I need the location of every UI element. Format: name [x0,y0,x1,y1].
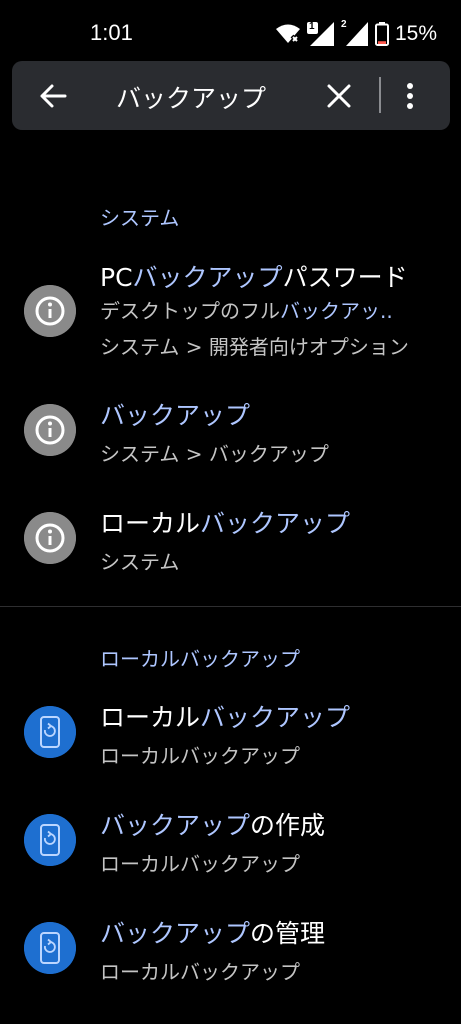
close-icon[interactable] [326,83,352,109]
result-item-local-backup-system[interactable]: ローカルバックアップ システム [0,500,461,580]
phone-restore-icon [24,922,76,974]
status-bar: 1:01 1 2 15% [0,0,461,62]
result-breadcrumb: ローカルバックアップ [100,960,300,984]
signal-sim2: 2 [340,19,369,46]
wifi-icon [275,24,300,44]
result-breadcrumb: ローカルバックアップ [100,852,300,876]
section-header-local-backup: ローカルバックアップ [100,647,300,671]
result-item-create-backup[interactable]: バックアップの作成 ローカルバックアップ [0,802,461,882]
more-vert-icon[interactable] [405,81,415,111]
sim1-label: 1 [308,21,315,32]
info-icon [24,404,76,456]
result-title: バックアップ [100,401,251,430]
result-breadcrumb: システム > 開発者向けオプション [100,335,409,359]
result-subtitle: デスクトップのフルバックアッ.. [100,299,393,323]
result-item-backup[interactable]: バックアップ システム > バックアップ [0,392,461,472]
status-time: 1:01 [90,20,133,45]
search-input[interactable]: バックアップ [116,79,266,115]
arrow-back-icon[interactable] [38,81,68,111]
result-item-manage-backup[interactable]: バックアップの管理 ローカルバックアップ [0,910,461,990]
result-item-local-backup[interactable]: ローカルバックアップ ローカルバックアップ [0,694,461,774]
search-divider [379,77,381,113]
sim2-label: 2 [340,19,347,30]
result-title: バックアップの作成 [100,811,326,840]
phone-restore-icon [24,814,76,866]
result-breadcrumb: システム [100,550,180,574]
result-title: PCバックアップパスワード [100,263,408,292]
result-breadcrumb: ローカルバックアップ [100,744,300,768]
section-header-system: システム [100,206,180,230]
status-icons: 1 2 15% [275,19,437,48]
battery-percent: 15% [394,22,437,45]
section-divider [0,606,461,607]
result-item-pc-backup-password[interactable]: PCバックアップパスワード デスクトップのフルバックアッ.. システム > 開発… [0,250,461,370]
result-title: ローカルバックアップ [100,703,351,732]
result-title: ローカルバックアップ [100,509,351,538]
battery-low-icon [374,22,389,46]
search-bar: バックアップ [12,61,450,130]
phone-restore-icon [24,706,76,758]
signal-sim1: 1 [306,21,335,46]
info-icon [24,512,76,564]
result-breadcrumb: システム > バックアップ [100,442,329,466]
info-icon [24,285,76,337]
result-title: バックアップの管理 [100,919,326,948]
